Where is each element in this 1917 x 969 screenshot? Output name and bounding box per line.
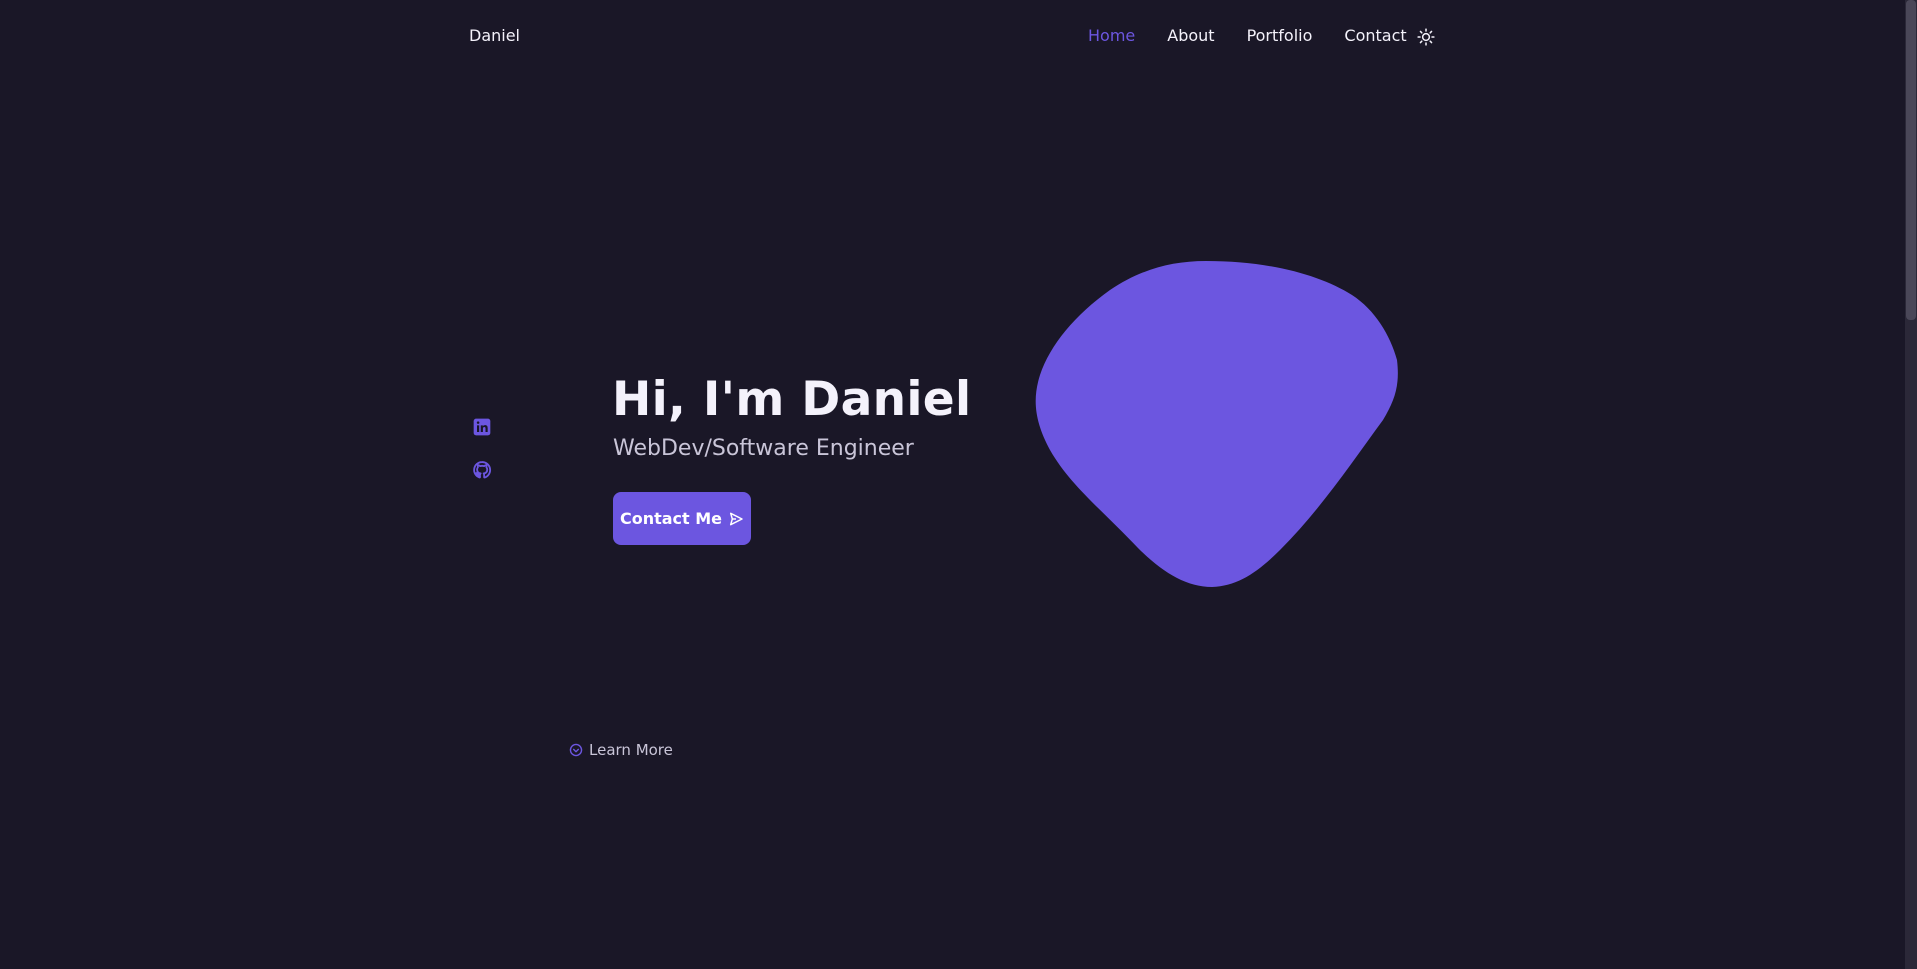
- nav-item-about[interactable]: About: [1167, 26, 1214, 45]
- nav-item-portfolio[interactable]: Portfolio: [1247, 26, 1313, 45]
- github-link[interactable]: [472, 460, 492, 480]
- social-links: [472, 417, 494, 503]
- contact-me-button[interactable]: Contact Me: [613, 492, 751, 545]
- contact-me-label: Contact Me: [619, 509, 723, 528]
- theme-toggle-button[interactable]: [1416, 27, 1436, 47]
- blob-shape: [1035, 261, 1398, 587]
- hero-title: Hi, I'm Daniel: [612, 372, 972, 427]
- hero-subtitle: WebDev/Software Engineer: [613, 436, 914, 461]
- linkedin-icon: [473, 418, 491, 436]
- linkedin-link[interactable]: [472, 417, 492, 437]
- learn-more-label: Learn More: [589, 741, 673, 759]
- nav-item-contact[interactable]: Contact: [1344, 26, 1406, 45]
- arrow-down-circle-icon: [569, 743, 583, 757]
- sun-icon: [1417, 28, 1435, 46]
- site-header: Daniel Home About Portfolio Contact: [0, 0, 1905, 72]
- scrollbar-thumb[interactable]: [1906, 0, 1916, 320]
- send-icon: [729, 512, 743, 525]
- learn-more-link[interactable]: Learn More: [569, 741, 673, 759]
- logo[interactable]: Daniel: [469, 26, 520, 45]
- nav-item-home[interactable]: Home: [1088, 26, 1135, 45]
- github-icon: [473, 461, 492, 479]
- main-nav: Home About Portfolio Contact: [1088, 26, 1407, 45]
- scrollbar[interactable]: [1905, 0, 1917, 969]
- page: Daniel Home About Portfolio Contact Hi, …: [0, 0, 1917, 969]
- hero-blob-image: [1035, 261, 1398, 587]
